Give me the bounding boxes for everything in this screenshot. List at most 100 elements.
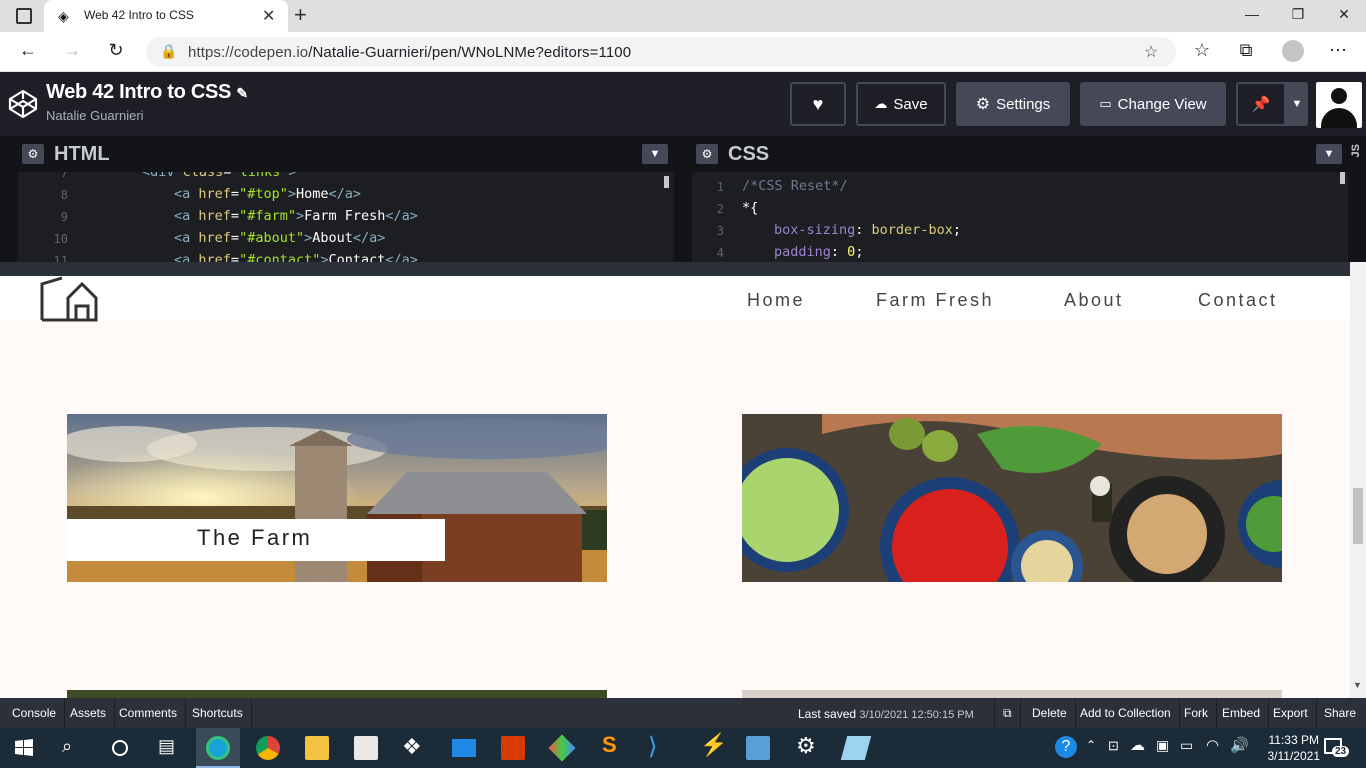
file-explorer-icon[interactable] <box>305 736 329 760</box>
animal-card[interactable] <box>742 690 1282 698</box>
edit-pencil-icon[interactable]: ✎ <box>236 85 248 101</box>
nav-link-about[interactable]: About <box>1064 290 1124 311</box>
url-path: /Natalie-Guarnieri/pen/WNoLNMe?editors=1… <box>308 44 632 61</box>
code-line: /*CSS Reset*/ <box>742 178 848 194</box>
codepen-header: Web 42 Intro to CSS ✎ Natalie Guarnieri … <box>0 72 1366 136</box>
app-icon[interactable] <box>840 736 872 760</box>
favorite-add-icon[interactable]: ☆ <box>1144 42 1158 62</box>
editor-scrollbar[interactable] <box>1340 172 1345 184</box>
cortana-icon[interactable] <box>112 740 128 756</box>
settings-button[interactable]: ⚙ Settings <box>956 82 1070 126</box>
html-settings-gear-icon[interactable]: ⚙ <box>22 144 44 164</box>
tab-actions-icon[interactable] <box>16 8 32 24</box>
heart-icon: ♥ <box>812 93 824 114</box>
taskbar-clock[interactable]: 11:33 PM 3/11/2021 <box>1268 732 1321 764</box>
chrome-icon[interactable] <box>256 736 280 760</box>
browser-tab-bar: ◈ Web 42 Intro to CSS ✕ + — ❐ ✕ <box>0 0 1366 32</box>
delete-button[interactable]: Delete <box>1024 698 1076 728</box>
store-icon[interactable] <box>354 736 378 760</box>
scrollbar-thumb[interactable] <box>1353 488 1363 544</box>
profile-avatar[interactable] <box>1282 40 1304 62</box>
editor-area: ⚙ HTML ▼ 7 8 9 10 11 <div class="links">… <box>0 136 1366 262</box>
pin-dropdown-button[interactable]: ▼ <box>1286 82 1308 126</box>
sublime-icon[interactable]: S <box>602 732 617 758</box>
add-to-collection-button[interactable]: Add to Collection <box>1072 698 1180 728</box>
office-icon[interactable] <box>501 736 525 760</box>
usb-icon[interactable]: ⊡ <box>1108 738 1119 754</box>
search-icon[interactable]: ⌕ <box>62 736 72 757</box>
pen-author[interactable]: Natalie Guarnieri <box>46 108 144 123</box>
git-icon[interactable] <box>548 734 576 762</box>
user-avatar[interactable] <box>1316 82 1362 128</box>
scroll-down-icon[interactable]: ▼ <box>1353 680 1362 690</box>
export-button[interactable]: Export <box>1265 698 1317 728</box>
new-tab-icon[interactable]: + <box>294 2 307 28</box>
maximize-icon[interactable]: ❐ <box>1286 6 1310 23</box>
fork-button[interactable]: Fork <box>1176 698 1217 728</box>
html-code[interactable]: 7 8 9 10 11 <div class="links"> <a href=… <box>18 172 674 262</box>
css-editor-dropdown-icon[interactable]: ▼ <box>1316 144 1342 164</box>
editor-scrollbar[interactable] <box>664 176 669 188</box>
minimize-icon[interactable]: — <box>1240 6 1264 22</box>
assets-button[interactable]: Assets <box>62 698 116 728</box>
comments-button[interactable]: Comments <box>111 698 187 728</box>
calculator-icon[interactable] <box>746 736 770 760</box>
save-button[interactable]: ☁ Save <box>856 82 946 126</box>
refresh-icon[interactable]: ↻ <box>104 40 128 61</box>
change-view-button[interactable]: ▭ Change View <box>1080 82 1226 126</box>
close-window-icon[interactable]: ✕ <box>1332 6 1356 23</box>
address-bar[interactable]: 🔒 https://codepen.io/Natalie-Guarnieri/p… <box>146 37 1176 67</box>
css-settings-gear-icon[interactable]: ⚙ <box>696 144 718 164</box>
pin-button[interactable]: 📌 <box>1236 82 1286 126</box>
share-button[interactable]: Share <box>1316 698 1364 728</box>
shortcuts-button[interactable]: Shortcuts <box>184 698 252 728</box>
html-editor-dropdown-icon[interactable]: ▼ <box>642 144 668 164</box>
vscode-icon[interactable]: ⟩ <box>648 732 657 761</box>
settings-gear-icon[interactable]: ⚙ <box>796 733 816 759</box>
collections-icon[interactable]: ⧉ <box>1234 40 1258 61</box>
task-view-icon[interactable]: ▤ <box>158 736 175 757</box>
battery-icon[interactable]: ▭ <box>1180 737 1193 754</box>
lock-icon: 🔒 <box>160 43 178 59</box>
terminal-icon[interactable]: ⚡ <box>700 732 727 758</box>
pen-title[interactable]: Web 42 Intro to CSS ✎ <box>46 81 248 104</box>
farm-card[interactable]: The Farm <box>67 414 607 582</box>
js-editor-collapsed[interactable]: JS <box>1348 136 1366 262</box>
chevron-up-icon[interactable]: ⌃ <box>1086 738 1096 752</box>
home-logo-icon[interactable] <box>40 276 98 322</box>
network-share-icon[interactable]: ▣ <box>1156 737 1169 754</box>
codepen-logo-icon[interactable] <box>8 89 38 119</box>
nav-link-home[interactable]: Home <box>747 290 805 311</box>
forward-icon[interactable]: → <box>60 40 84 61</box>
volume-icon[interactable]: 🔊 <box>1230 736 1249 754</box>
favorites-icon[interactable]: ☆ <box>1190 40 1214 61</box>
wifi-icon[interactable]: ◠ <box>1206 736 1219 754</box>
console-button[interactable]: Console <box>4 698 66 728</box>
dropbox-icon[interactable]: ❖ <box>402 734 422 760</box>
js-editor-label: JS <box>1350 144 1362 158</box>
mail-icon[interactable] <box>452 739 476 757</box>
edge-taskbar-icon[interactable] <box>196 728 240 768</box>
line-number: 8 <box>60 188 68 202</box>
windows-start-icon[interactable] <box>12 736 36 760</box>
onedrive-icon[interactable]: ☁ <box>1130 736 1145 754</box>
more-icon[interactable]: ⋯ <box>1326 40 1350 61</box>
nav-link-farm-fresh[interactable]: Farm Fresh <box>876 290 994 311</box>
html-editor-label: HTML <box>54 143 110 165</box>
html-editor[interactable]: ⚙ HTML ▼ 7 8 9 10 11 <div class="links">… <box>18 136 674 262</box>
back-icon[interactable]: ← <box>16 40 40 61</box>
preview-scrollbar[interactable]: ▼ <box>1350 262 1366 698</box>
embed-button[interactable]: Embed <box>1214 698 1270 728</box>
food-card[interactable] <box>742 414 1282 582</box>
veggies-card[interactable] <box>67 690 607 698</box>
css-editor[interactable]: ⚙ CSS ▼ 1 2 3 4 /*CSS Reset*/ *{ box-siz… <box>692 136 1348 262</box>
browser-tab[interactable]: ◈ Web 42 Intro to CSS ✕ <box>44 0 288 32</box>
line-number: 10 <box>53 232 68 246</box>
close-tab-icon[interactable]: ✕ <box>262 6 275 26</box>
help-icon[interactable]: ? <box>1055 736 1077 758</box>
open-external-icon[interactable]: ⧉ <box>994 698 1021 728</box>
css-code[interactable]: 1 2 3 4 /*CSS Reset*/ *{ box-sizing: bor… <box>692 172 1348 262</box>
nav-link-contact[interactable]: Contact <box>1198 290 1278 311</box>
url-text: https://codepen.io/Natalie-Guarnieri/pen… <box>188 44 631 61</box>
love-button[interactable]: ♥ <box>790 82 846 126</box>
